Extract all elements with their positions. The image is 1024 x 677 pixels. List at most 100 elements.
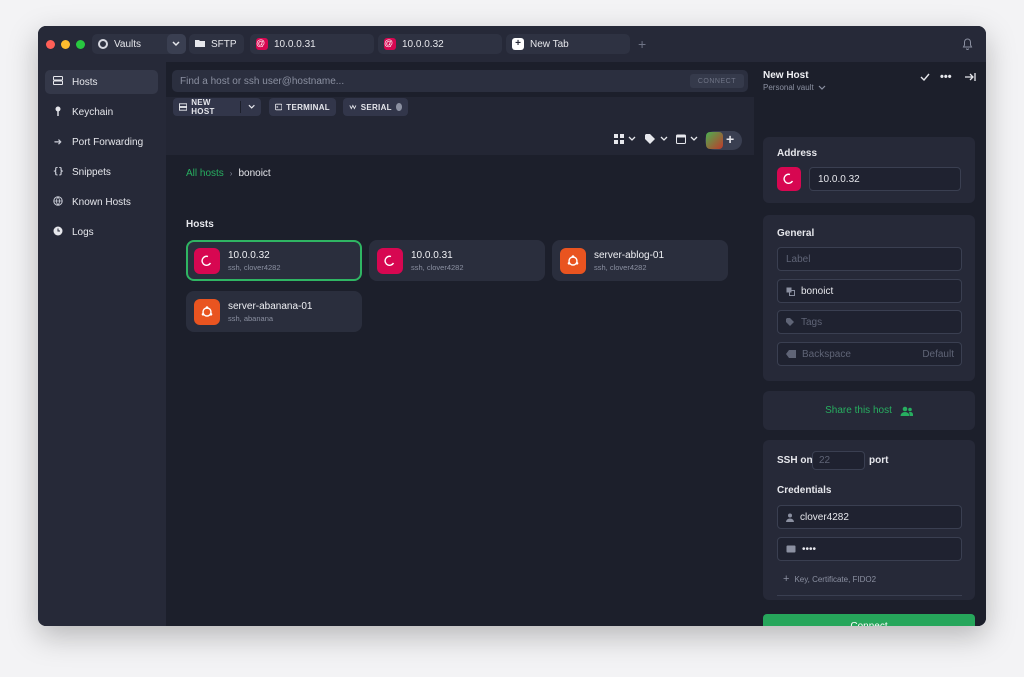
terminal-icon xyxy=(275,103,283,111)
known-hosts-icon xyxy=(53,195,63,209)
view-toggle[interactable] xyxy=(614,134,636,144)
tab-new[interactable]: + New Tab xyxy=(506,34,630,54)
serial-button[interactable]: SERIAL xyxy=(343,98,408,116)
breadcrumb: All hosts › bonoict xyxy=(186,168,271,179)
tab-sftp[interactable]: SFTP xyxy=(189,34,244,54)
sidebar-item-keychain[interactable]: Keychain xyxy=(45,100,158,124)
share-host-button[interactable]: Share this host xyxy=(763,391,975,430)
general-label: General xyxy=(777,228,815,239)
username-value: clover4282 xyxy=(800,511,849,523)
folder-icon xyxy=(195,39,205,50)
sidebar-item-label: Hosts xyxy=(72,76,98,88)
group-icon xyxy=(786,287,795,296)
sidebar: Hosts Keychain ➜ Port Forwarding {} Snip… xyxy=(38,62,166,626)
host-card[interactable]: server-abanana-01 ssh, abanana xyxy=(186,291,362,332)
sidebar-item-logs[interactable]: Logs xyxy=(45,220,158,244)
tags-filter[interactable] xyxy=(645,134,668,144)
chevron-down-icon xyxy=(690,136,698,141)
address-label: Address xyxy=(777,148,818,159)
host-card[interactable]: 10.0.0.32 ssh, clover4282 xyxy=(186,240,362,281)
chevron-down-icon[interactable] xyxy=(248,104,255,110)
sidebar-item-known-hosts[interactable]: Known Hosts xyxy=(45,190,158,214)
host-sub: ssh, abanana xyxy=(228,313,274,323)
chevron-down-icon xyxy=(628,136,636,141)
label-field[interactable]: Label xyxy=(777,247,962,271)
close-panel-icon[interactable] xyxy=(964,72,976,85)
breadcrumb-all-hosts[interactable]: All hosts xyxy=(186,168,224,179)
sidebar-item-label: Port Forwarding xyxy=(72,136,144,148)
panel-title: New Host xyxy=(763,70,809,81)
tags-field[interactable]: Tags xyxy=(777,310,962,334)
connect-search-button[interactable]: CONNECT xyxy=(689,74,744,88)
tab-host-2[interactable]: @ 10.0.0.32 xyxy=(378,34,502,54)
address-field[interactable]: 10.0.0.32 xyxy=(809,167,961,191)
serial-label: SERIAL xyxy=(360,102,392,112)
calendar-icon xyxy=(676,134,686,144)
more-icon[interactable]: ••• xyxy=(940,71,952,83)
port-field[interactable]: 22 xyxy=(812,451,865,470)
group-field[interactable]: bonoict xyxy=(777,279,962,303)
debian-icon xyxy=(777,167,801,191)
add-key-button[interactable]: + Key, Certificate, FIDO2 xyxy=(783,573,876,585)
panel-header: New Host Personal vault ••• xyxy=(754,62,986,126)
sort-filter[interactable] xyxy=(676,134,698,144)
debian-icon: @ xyxy=(384,38,396,50)
debian-icon xyxy=(377,247,403,274)
tag-icon xyxy=(786,318,794,326)
share-label: Share this host xyxy=(825,405,892,416)
avatar xyxy=(706,132,723,149)
credentials-label: Credentials xyxy=(777,485,832,496)
sidebar-item-label: Keychain xyxy=(72,106,114,118)
chevron-right-icon: › xyxy=(229,169,233,178)
host-sub: ssh, clover4282 xyxy=(228,262,281,272)
info-icon xyxy=(395,103,402,111)
username-field[interactable]: clover4282 xyxy=(777,505,962,529)
vault-selector[interactable]: Personal vault xyxy=(763,83,826,92)
ubuntu-icon xyxy=(560,247,586,274)
chevron-down-icon xyxy=(818,85,826,90)
connect-button[interactable]: Connect xyxy=(763,614,975,626)
save-check-icon[interactable] xyxy=(920,73,930,84)
backspace-icon xyxy=(786,350,796,358)
plus-square-icon: + xyxy=(512,38,524,50)
tag-icon xyxy=(645,134,655,144)
backspace-field[interactable]: Backspace Default xyxy=(777,342,962,366)
address-section: Address 10.0.0.32 xyxy=(763,137,975,203)
app-window: Vaults SFTP @ 10.0.0.31 @ 10.0.0.32 + Ne… xyxy=(38,26,986,626)
ssh-section: SSH on 22 port Credentials clover4282 ••… xyxy=(763,440,975,600)
tab-host-2-label: 10.0.0.32 xyxy=(402,38,444,50)
minimize-window-button[interactable] xyxy=(61,39,70,49)
sidebar-item-port-forwarding[interactable]: ➜ Port Forwarding xyxy=(45,130,158,154)
bell-icon[interactable] xyxy=(962,38,973,53)
search-input[interactable]: Find a host or ssh user@hostname... CONN… xyxy=(172,70,748,92)
host-name: 10.0.0.32 xyxy=(228,249,270,261)
sidebar-item-hosts[interactable]: Hosts xyxy=(45,70,158,94)
avatar-group[interactable]: + xyxy=(705,131,742,150)
window-controls xyxy=(46,39,85,49)
port-value: 22 xyxy=(819,455,831,466)
sidebar-item-label: Known Hosts xyxy=(72,196,131,208)
host-sub: ssh, clover4282 xyxy=(594,262,647,272)
vault-name: Personal vault xyxy=(763,83,814,92)
ssh-on-label: SSH on xyxy=(777,455,813,466)
host-name: server-abanana-01 xyxy=(228,300,313,312)
serial-icon xyxy=(349,104,357,110)
add-member-icon: + xyxy=(726,131,735,147)
close-window-button[interactable] xyxy=(46,39,55,49)
vault-dropdown-button[interactable] xyxy=(167,34,186,54)
tab-new-label: New Tab xyxy=(530,38,569,50)
new-host-button[interactable]: NEW HOST xyxy=(173,98,261,116)
hosts-section-title: Hosts xyxy=(186,219,214,230)
users-icon xyxy=(900,406,913,416)
breadcrumb-current: bonoict xyxy=(238,168,271,179)
key-hint: Key, Certificate, FIDO2 xyxy=(794,574,877,584)
zoom-window-button[interactable] xyxy=(76,39,85,49)
terminal-button[interactable]: TERMINAL xyxy=(269,98,336,116)
add-tab-icon[interactable]: + xyxy=(638,36,646,52)
sidebar-item-snippets[interactable]: {} Snippets xyxy=(45,160,158,184)
tab-host-1[interactable]: @ 10.0.0.31 xyxy=(250,34,374,54)
host-card[interactable]: 10.0.0.31 ssh, clover4282 xyxy=(369,240,545,281)
search-placeholder: Find a host or ssh user@hostname... xyxy=(180,75,345,87)
host-card[interactable]: server-ablog-01 ssh, clover4282 xyxy=(552,240,728,281)
password-field[interactable]: •••• xyxy=(777,537,962,561)
